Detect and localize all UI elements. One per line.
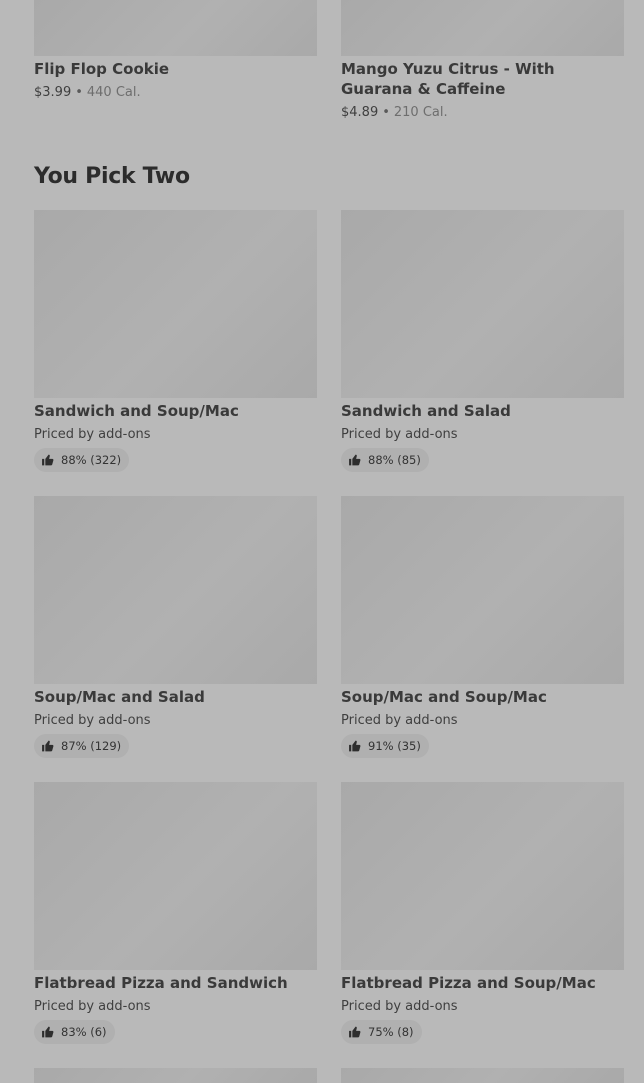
item-price-calories: $3.99 • 440 Cal. (34, 84, 141, 101)
rating-badge: 91% (35) (341, 734, 429, 758)
price-note: Priced by add-ons (341, 427, 458, 442)
thumbs-up-icon (349, 740, 361, 752)
thumbs-up-icon (349, 454, 361, 466)
item-image[interactable] (34, 782, 317, 970)
rating-text: 91% (35) (368, 739, 421, 753)
rating-badge: 83% (6) (34, 1020, 115, 1044)
item-name[interactable]: Soup/Mac and Soup/Mac (341, 687, 547, 707)
item-name[interactable]: Sandwich and Salad (341, 401, 511, 421)
item-name[interactable]: Soup/Mac and Salad (34, 687, 205, 707)
rating-badge: 87% (129) (34, 734, 130, 758)
item-image[interactable] (34, 496, 317, 684)
thumbs-up-icon (42, 740, 54, 752)
item-image-mango-yuzu-citrus[interactable] (341, 0, 624, 56)
price-note: Priced by add-ons (341, 999, 458, 1014)
item-name[interactable]: Sandwich and Soup/Mac (34, 401, 239, 421)
separator-dot: • (382, 105, 390, 120)
item-image[interactable] (34, 210, 317, 398)
item-calories: 210 Cal. (393, 105, 448, 120)
item-image[interactable] (341, 782, 624, 970)
section-title: You Pick Two (34, 164, 190, 189)
rating-text: 88% (322) (61, 453, 122, 467)
item-image[interactable] (341, 496, 624, 684)
item-calories: 440 Cal. (86, 85, 141, 100)
price-note: Priced by add-ons (341, 713, 458, 728)
item-name[interactable]: Mango Yuzu Citrus - With Guarana & Caffe… (341, 59, 631, 99)
rating-badge: 88% (322) (34, 448, 130, 472)
rating-text: 83% (6) (61, 1025, 107, 1039)
item-name[interactable]: Flatbread Pizza and Sandwich (34, 973, 288, 993)
item-price: $3.99 (34, 85, 72, 100)
separator-dot: • (75, 85, 83, 100)
item-image[interactable] (34, 1068, 317, 1083)
rating-badge: 88% (85) (341, 448, 429, 472)
price-note: Priced by add-ons (34, 999, 151, 1014)
rating-text: 75% (8) (368, 1025, 414, 1039)
thumbs-up-icon (42, 1026, 54, 1038)
rating-text: 87% (129) (61, 739, 122, 753)
item-price: $4.89 (341, 105, 379, 120)
thumbs-up-icon (349, 1026, 361, 1038)
rating-badge: 75% (8) (341, 1020, 422, 1044)
item-image[interactable] (341, 210, 624, 398)
item-image-flip-flop-cookie[interactable] (34, 0, 317, 56)
rating-text: 88% (85) (368, 453, 421, 467)
item-price-calories: $4.89 • 210 Cal. (341, 104, 448, 121)
thumbs-up-icon (42, 454, 54, 466)
item-name[interactable]: Flip Flop Cookie (34, 59, 169, 79)
price-note: Priced by add-ons (34, 713, 151, 728)
price-note: Priced by add-ons (34, 427, 151, 442)
item-name[interactable]: Flatbread Pizza and Soup/Mac (341, 973, 596, 993)
item-image[interactable] (341, 1068, 624, 1083)
